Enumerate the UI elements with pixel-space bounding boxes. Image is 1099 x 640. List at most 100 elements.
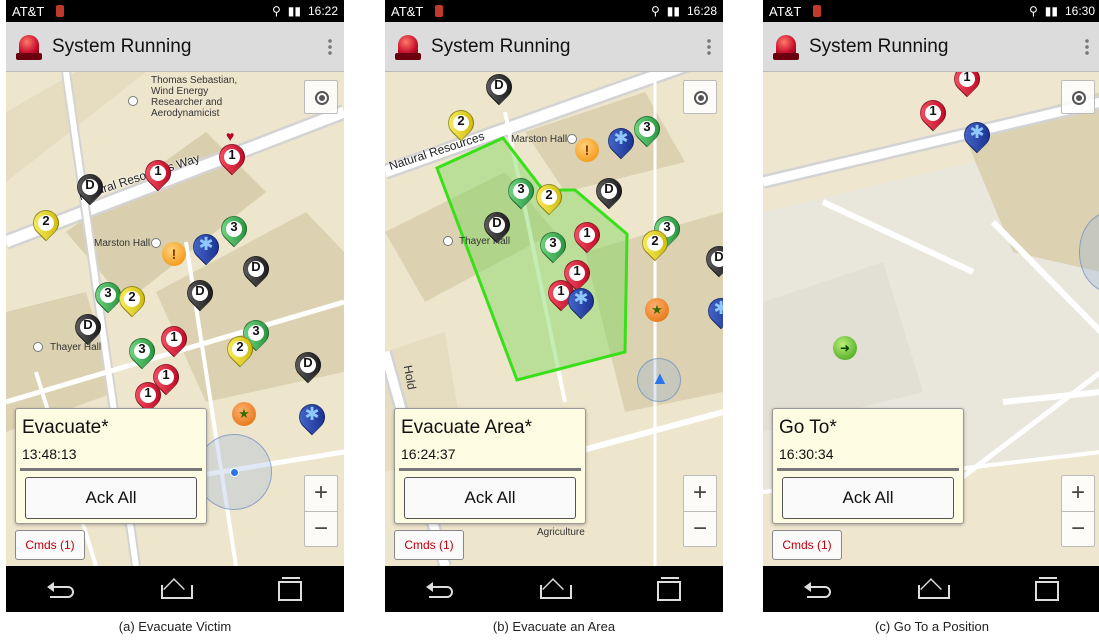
siren-icon xyxy=(395,33,421,61)
dead-marker[interactable]: D xyxy=(237,250,275,292)
status-bar: AT&T ⚲ ▮▮ 16:28 xyxy=(385,0,723,22)
poi-icon xyxy=(567,134,577,144)
dead-marker[interactable]: D xyxy=(71,168,109,210)
alert-title: Evacuate Area* xyxy=(401,417,532,438)
status-time: 16:28 xyxy=(686,4,717,18)
action-bar: System Running xyxy=(6,22,344,72)
notification-icon xyxy=(56,5,65,17)
dead-marker[interactable]: D xyxy=(289,346,327,388)
victim-marker[interactable]: 3 xyxy=(215,210,253,252)
victim-marker[interactable]: 1 xyxy=(914,94,952,136)
status-right: ⚲ ▮▮ 16:22 xyxy=(272,4,338,18)
location-status-icon: ⚲ xyxy=(1028,4,1038,18)
goal-star-marker[interactable]: ★ xyxy=(645,298,669,322)
alert-marker[interactable]: ! xyxy=(575,138,599,162)
victim-marker[interactable]: 2 xyxy=(113,280,151,322)
zoom-in-button[interactable]: + xyxy=(305,476,337,512)
carrier-label: AT&T xyxy=(12,3,45,19)
app-title: System Running xyxy=(809,35,949,57)
phone-screen-b: AT&T ⚲ ▮▮ 16:28 System Running Natural R… xyxy=(385,0,723,612)
zoom-in-button[interactable]: + xyxy=(1062,476,1094,512)
recent-apps-icon[interactable] xyxy=(268,576,308,602)
dead-marker[interactable]: D xyxy=(478,206,516,248)
alert-divider xyxy=(20,468,202,471)
medic-marker[interactable]: ✱ xyxy=(293,398,331,440)
zoom-out-button[interactable]: − xyxy=(305,512,337,548)
medic-marker[interactable]: ✱ xyxy=(958,116,996,158)
home-icon[interactable] xyxy=(534,576,574,602)
recent-apps-icon[interactable] xyxy=(647,576,687,602)
dead-marker[interactable]: D xyxy=(590,172,628,214)
nav-bar xyxy=(6,566,344,612)
victim-marker[interactable]: 3 xyxy=(502,172,540,214)
overflow-menu-icon[interactable] xyxy=(707,38,711,56)
victim-marker[interactable]: 2 xyxy=(442,104,480,146)
dead-marker[interactable]: D xyxy=(480,72,518,110)
victim-marker[interactable]: 2 xyxy=(530,178,568,220)
recent-apps-icon[interactable] xyxy=(1025,576,1065,602)
back-icon[interactable] xyxy=(421,576,461,602)
my-location-button[interactable] xyxy=(304,80,338,114)
my-location-icon xyxy=(317,93,327,103)
my-location-button[interactable] xyxy=(683,80,717,114)
victim-marker[interactable]: 3 xyxy=(628,110,666,152)
medic-marker[interactable]: ✱ xyxy=(187,228,225,270)
notification-icon xyxy=(813,5,822,17)
signal-icon: ▮▮ xyxy=(1044,4,1058,18)
cmds-button[interactable]: Cmds (1) xyxy=(394,530,464,560)
alert-title: Evacuate* xyxy=(22,417,109,438)
ack-all-button[interactable]: Ack All xyxy=(25,477,197,519)
status-right: ⚲ ▮▮ 16:30 xyxy=(1029,4,1095,18)
victim-marker[interactable]: 1 xyxy=(948,72,986,102)
nav-bar xyxy=(385,566,723,612)
goal-star-marker[interactable]: ★ xyxy=(232,402,256,426)
overflow-menu-icon[interactable] xyxy=(328,38,332,56)
dead-marker[interactable]: D xyxy=(69,308,107,350)
victim-marker[interactable]: 2 xyxy=(27,204,65,246)
alert-divider xyxy=(399,468,581,471)
action-bar: System Running xyxy=(385,22,723,72)
back-icon[interactable] xyxy=(799,576,839,602)
notification-icon xyxy=(435,5,444,17)
status-bar: AT&T ⚲ ▮▮ 16:30 xyxy=(763,0,1099,22)
victim-marker[interactable]: 2 xyxy=(636,224,674,266)
back-icon[interactable] xyxy=(42,576,82,602)
home-icon[interactable] xyxy=(912,576,952,602)
medic-marker[interactable]: ✱ xyxy=(702,292,723,334)
medic-marker[interactable]: ✱ xyxy=(602,122,640,164)
phone-screen-a: AT&T ⚲ ▮▮ 16:22 System Running Thomas Se… xyxy=(6,0,344,612)
goto-target-marker[interactable]: ➜ xyxy=(833,336,857,360)
carrier-label: AT&T xyxy=(391,3,424,19)
app-title: System Running xyxy=(52,35,192,57)
alert-panel: Go To* 16:30:34 Ack All xyxy=(772,408,964,524)
cmds-button[interactable]: Cmds (1) xyxy=(15,530,85,560)
nav-bar xyxy=(763,566,1099,612)
zoom-controls: + − xyxy=(1061,475,1095,547)
caption-c: (c) Go To a Position xyxy=(875,619,989,634)
victim-marker[interactable]: 1 xyxy=(213,138,251,180)
victim-marker[interactable]: 1 xyxy=(155,320,193,362)
zoom-out-button[interactable]: − xyxy=(1062,512,1094,548)
alert-panel: Evacuate Area* 16:24:37 Ack All xyxy=(394,408,586,524)
status-right: ⚲ ▮▮ 16:28 xyxy=(651,4,717,18)
zoom-out-button[interactable]: − xyxy=(684,512,716,548)
alert-panel: Evacuate* 13:48:13 Ack All xyxy=(15,408,207,524)
zoom-in-button[interactable]: + xyxy=(684,476,716,512)
cmds-button[interactable]: Cmds (1) xyxy=(772,530,842,560)
medic-marker[interactable]: ✱ xyxy=(562,282,600,324)
ack-all-button[interactable]: Ack All xyxy=(404,477,576,519)
victim-marker[interactable]: 2 xyxy=(221,330,259,372)
my-location-button[interactable] xyxy=(1061,80,1095,114)
alert-marker[interactable]: ! xyxy=(162,242,186,266)
home-icon[interactable] xyxy=(155,576,195,602)
dead-marker[interactable]: D xyxy=(181,274,219,316)
ack-all-button[interactable]: Ack All xyxy=(782,477,954,519)
overflow-menu-icon[interactable] xyxy=(1085,38,1089,56)
victim-marker[interactable]: 1 xyxy=(568,216,606,258)
status-time: 16:22 xyxy=(307,4,338,18)
zoom-controls: + − xyxy=(683,475,717,547)
dead-marker[interactable]: D xyxy=(700,240,723,282)
my-location-icon xyxy=(1074,93,1084,103)
victim-marker[interactable]: 1 xyxy=(139,154,177,196)
my-location-icon xyxy=(696,93,706,103)
